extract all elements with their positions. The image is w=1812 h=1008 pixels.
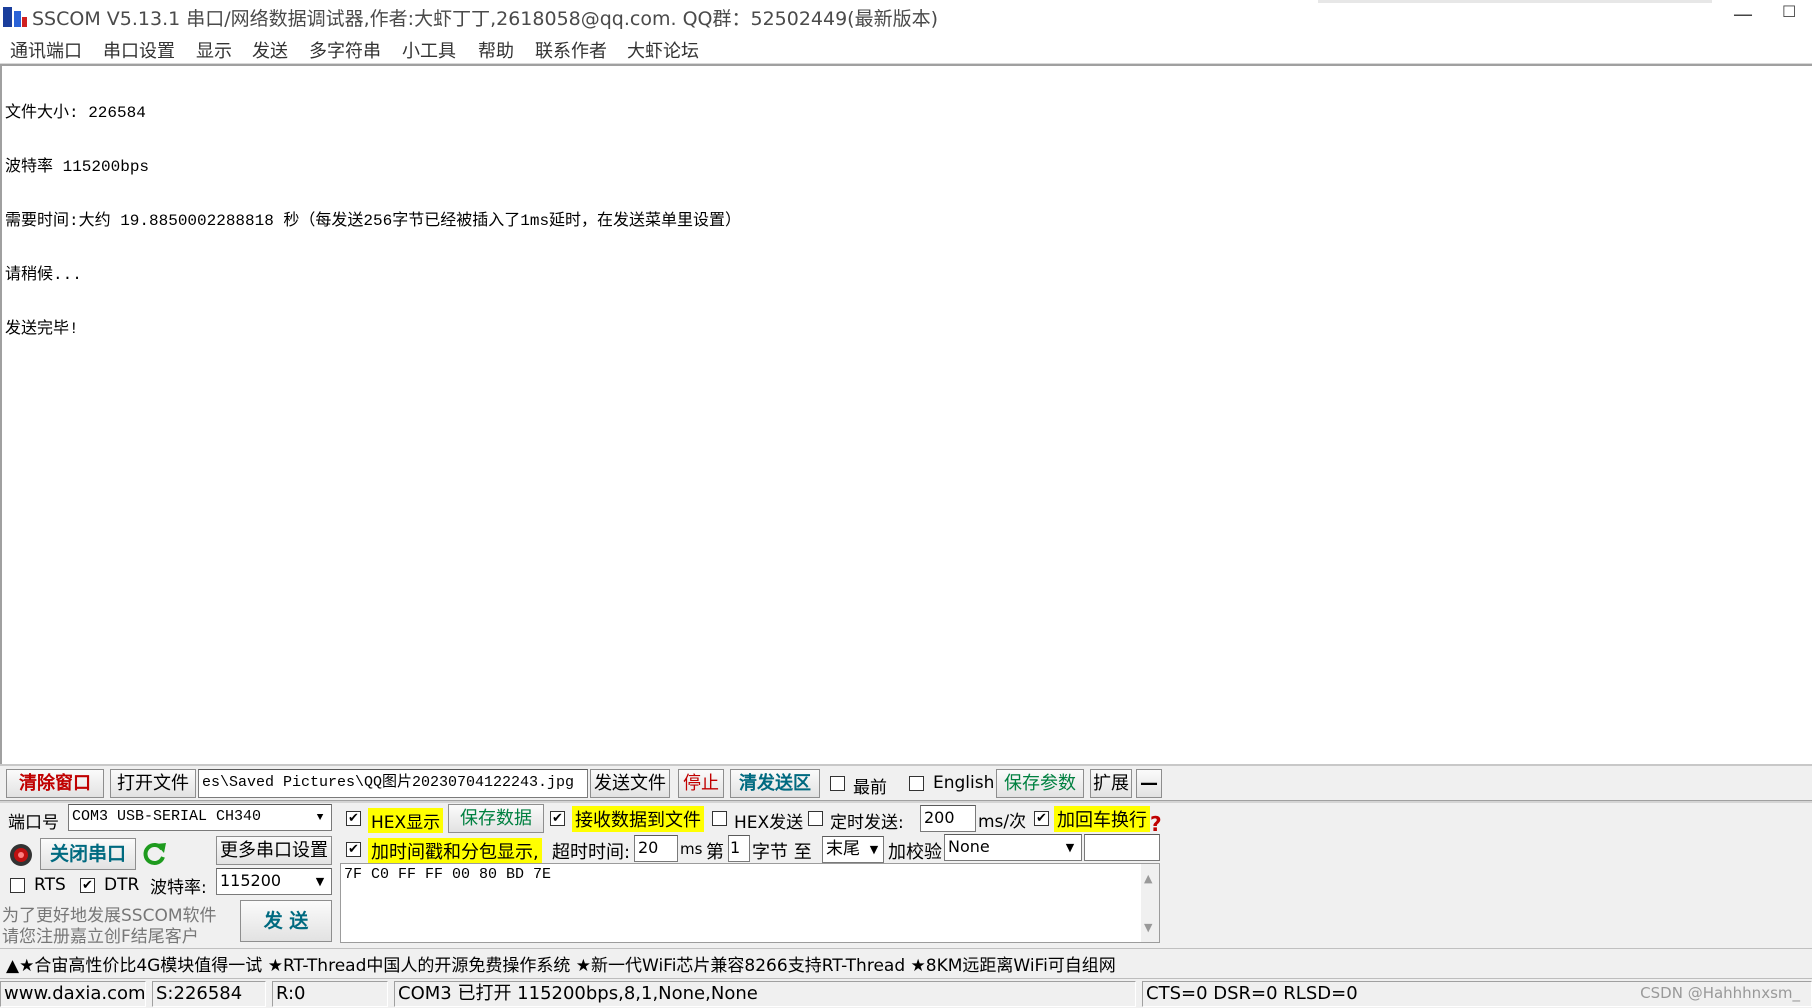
scroll-up-icon[interactable]: ▲: [1144, 872, 1152, 885]
dtr-label: DTR: [104, 875, 140, 895]
menu-display[interactable]: 显示: [196, 37, 232, 63]
receive-line: 发送完毕!: [5, 320, 79, 338]
timeout-unit: ms: [680, 840, 703, 858]
receive-line: 文件大小: 226584: [5, 104, 146, 122]
port-value: COM3 USB-SERIAL CH340: [72, 808, 262, 825]
topmost-checkbox[interactable]: [830, 776, 845, 791]
status-website[interactable]: www.daxia.com: [0, 981, 146, 1007]
dtr-checkbox[interactable]: ✔: [80, 878, 95, 893]
close-port-button[interactable]: 关闭串口: [40, 838, 136, 870]
chevron-down-icon[interactable]: ▼: [310, 870, 330, 893]
checksum-extra-field[interactable]: [1084, 834, 1160, 861]
byte-index-input[interactable]: 1: [728, 835, 750, 862]
byte-range-label: 字节 至: [752, 842, 812, 863]
save-data-button[interactable]: 保存数据: [448, 804, 544, 833]
open-file-button[interactable]: 打开文件: [110, 769, 196, 798]
baud-select[interactable]: 115200 ▼: [216, 868, 332, 895]
rts-checkbox[interactable]: [10, 878, 25, 893]
receive-line: 需要时间:大约 19.8850002288818 秒（每发送256字节已经被插入…: [5, 212, 742, 230]
port-label: 端口号: [8, 813, 59, 833]
checksum-label: 加校验: [888, 842, 942, 863]
add-crlf-label: 加回车换行: [1054, 806, 1150, 832]
send-scrollbar[interactable]: ▲ ▼: [1141, 864, 1159, 942]
chevron-down-icon[interactable]: ▼: [1060, 836, 1080, 859]
interval-input[interactable]: 200: [920, 805, 976, 832]
file-toolbar: 清除窗口 打开文件 es\Saved Pictures\QQ图片20230704…: [0, 766, 1812, 800]
menu-multi-string[interactable]: 多字符串: [309, 37, 381, 63]
rts-label: RTS: [34, 875, 66, 895]
timed-send-label: 定时发送:: [830, 813, 904, 833]
more-serial-settings-button[interactable]: 更多串口设置: [216, 836, 332, 865]
divider: [0, 800, 1812, 803]
file-path-field[interactable]: es\Saved Pictures\QQ图片20230704122243.jpg: [198, 769, 588, 798]
english-label: English: [933, 773, 995, 793]
expand-button[interactable]: 扩展: [1090, 769, 1132, 798]
checksum-value: None: [948, 837, 990, 856]
hex-display-checkbox[interactable]: ✔: [346, 811, 361, 826]
timeout-input[interactable]: 20: [634, 835, 678, 862]
receive-area[interactable]: 文件大小: 226584 波特率 115200bps 需要时间:大约 19.88…: [0, 64, 1812, 764]
refresh-icon[interactable]: [142, 840, 168, 868]
end-value: 末尾: [826, 839, 860, 859]
collapse-button[interactable]: —: [1136, 769, 1162, 798]
hex-display-label: HEX显示: [368, 808, 444, 833]
recv-to-file-label: 接收数据到文件: [572, 806, 704, 832]
receive-line: 请稍候...: [5, 266, 82, 284]
save-params-button[interactable]: 保存参数: [996, 769, 1084, 798]
minimize-button[interactable]: —: [1718, 2, 1768, 30]
status-bar: www.daxia.com S:226584 R:0 COM3 已打开 1152…: [0, 978, 1812, 1008]
window-title: SSCOM V5.13.1 串口/网络数据调试器,作者:大虾丁丁,2618058…: [32, 8, 939, 30]
send-text-value: 7F C0 FF FF 00 80 BD 7E: [344, 866, 552, 883]
baud-value: 115200: [220, 871, 282, 890]
timeout-label: 超时时间:: [552, 842, 631, 863]
send-button[interactable]: 发 送: [240, 900, 332, 942]
scroll-down-icon[interactable]: ▼: [1144, 921, 1152, 934]
timestamp-label: 加时间戳和分包显示,: [368, 838, 542, 864]
send-textarea[interactable]: 7F C0 FF FF 00 80 BD 7E ▲ ▼: [340, 863, 1160, 943]
byte-index-prefix: 第: [706, 842, 724, 863]
menu-tools[interactable]: 小工具: [402, 37, 456, 63]
chevron-down-icon[interactable]: ▼: [310, 806, 330, 829]
watermark: CSDN @Hahhhnxsm_: [1640, 984, 1800, 1002]
menu-comm-port[interactable]: 通讯端口: [10, 37, 82, 63]
receive-line: 波特率 115200bps: [5, 158, 150, 176]
checksum-select[interactable]: None ▼: [944, 834, 1082, 861]
overlay-shadow: [1318, 0, 1712, 3]
menu-bar: 通讯端口 串口设置 显示 发送 多字符串 小工具 帮助 联系作者 大虾论坛: [0, 34, 1812, 64]
restore-button[interactable]: ☐: [1782, 2, 1812, 30]
promo-line-2: 请您注册嘉立创F结尾客户: [2, 927, 199, 947]
interval-unit: ms/次: [978, 812, 1027, 832]
topmost-label: 最前: [853, 778, 887, 798]
app-icon: [2, 5, 28, 29]
menu-serial-settings[interactable]: 串口设置: [103, 37, 175, 63]
promo-ticker[interactable]: ▲★合宙高性价比4G模块值得一试 ★RT-Thread中国人的开源免费操作系统 …: [0, 948, 1812, 976]
record-icon[interactable]: [8, 842, 34, 868]
hex-send-label: HEX发送: [734, 813, 804, 833]
title-bar: SSCOM V5.13.1 串口/网络数据调试器,作者:大虾丁丁,2618058…: [0, 0, 1812, 34]
baud-label: 波特率:: [150, 878, 207, 898]
ticker-text: ▲★合宙高性价比4G模块值得一试 ★RT-Thread中国人的开源免费操作系统 …: [6, 956, 1116, 976]
add-crlf-checkbox[interactable]: ✔: [1034, 811, 1049, 826]
clear-window-button[interactable]: 清除窗口: [6, 769, 104, 798]
menu-forum[interactable]: 大虾论坛: [627, 37, 699, 63]
port-select[interactable]: COM3 USB-SERIAL CH340 ▼: [68, 804, 332, 831]
menu-contact-author[interactable]: 联系作者: [535, 37, 607, 63]
timed-send-checkbox[interactable]: [808, 811, 823, 826]
send-file-button[interactable]: 发送文件: [590, 769, 670, 798]
status-received-count: R:0: [272, 981, 388, 1007]
english-checkbox[interactable]: [909, 776, 924, 791]
timestamp-checkbox[interactable]: ✔: [346, 842, 361, 857]
help-icon[interactable]: ?: [1150, 812, 1162, 836]
chevron-down-icon[interactable]: ▼: [866, 838, 882, 861]
hex-send-checkbox[interactable]: [712, 811, 727, 826]
menu-send[interactable]: 发送: [252, 37, 288, 63]
stop-button[interactable]: 停止: [678, 769, 724, 798]
recv-to-file-checkbox[interactable]: ✔: [550, 811, 565, 826]
clear-send-button[interactable]: 清发送区: [730, 769, 820, 798]
status-port-state: COM3 已打开 115200bps,8,1,None,None: [394, 981, 1136, 1007]
end-select[interactable]: 末尾 ▼: [822, 836, 884, 863]
status-sent-count: S:226584: [152, 981, 266, 1007]
menu-help[interactable]: 帮助: [478, 37, 514, 63]
